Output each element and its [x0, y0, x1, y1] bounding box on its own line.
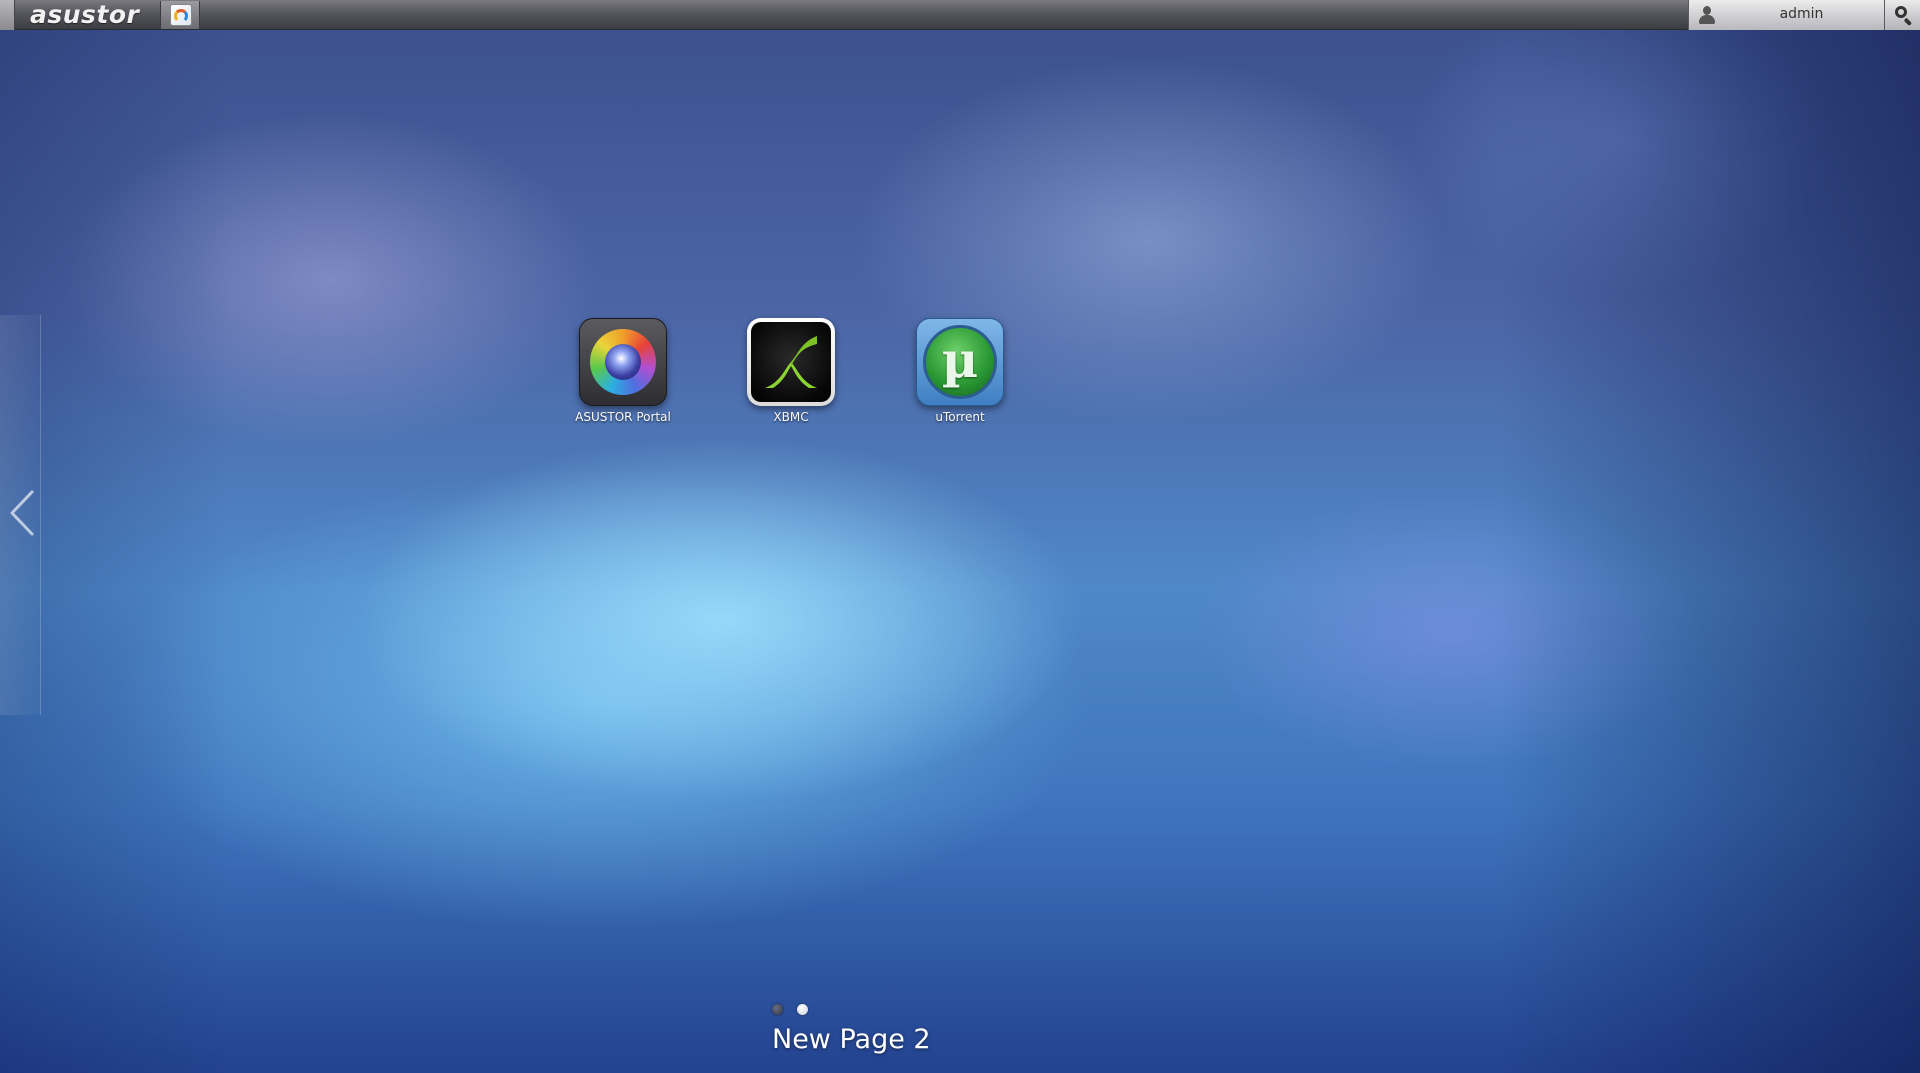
xbmc-icon[interactable]	[747, 318, 835, 406]
app-xbmc[interactable]: XBMC	[721, 318, 861, 424]
page-title[interactable]: New Page 2	[772, 1024, 931, 1055]
page-dot-1[interactable]	[772, 1004, 783, 1015]
page-indicator	[772, 999, 822, 1015]
app-utorrent[interactable]: µ uTorrent	[890, 318, 1030, 424]
page-dot-2[interactable]	[797, 1004, 808, 1015]
search-button[interactable]	[1884, 0, 1920, 30]
app-label: ASUSTOR Portal	[575, 410, 671, 424]
user-name: admin	[1779, 6, 1824, 22]
topbar-grip[interactable]	[0, 0, 15, 30]
app-label: XBMC	[773, 410, 809, 424]
search-icon	[1895, 6, 1907, 18]
app-label: uTorrent	[935, 410, 985, 424]
asustor-logo: asustor	[30, 0, 140, 29]
top-bar: asustor admin	[0, 0, 1920, 30]
launcher-icon	[170, 4, 192, 26]
user-icon	[1697, 5, 1717, 25]
asustor-portal-icon[interactable]	[579, 318, 667, 406]
chevron-left-icon	[10, 490, 34, 536]
previous-page-button[interactable]	[6, 488, 40, 538]
desktop-background	[0, 0, 1920, 1073]
utorrent-icon[interactable]: µ	[916, 318, 1004, 406]
user-menu-button[interactable]: admin	[1688, 0, 1884, 30]
app-launcher-button[interactable]	[160, 1, 200, 29]
app-asustor-portal[interactable]: ASUSTOR Portal	[553, 318, 693, 424]
